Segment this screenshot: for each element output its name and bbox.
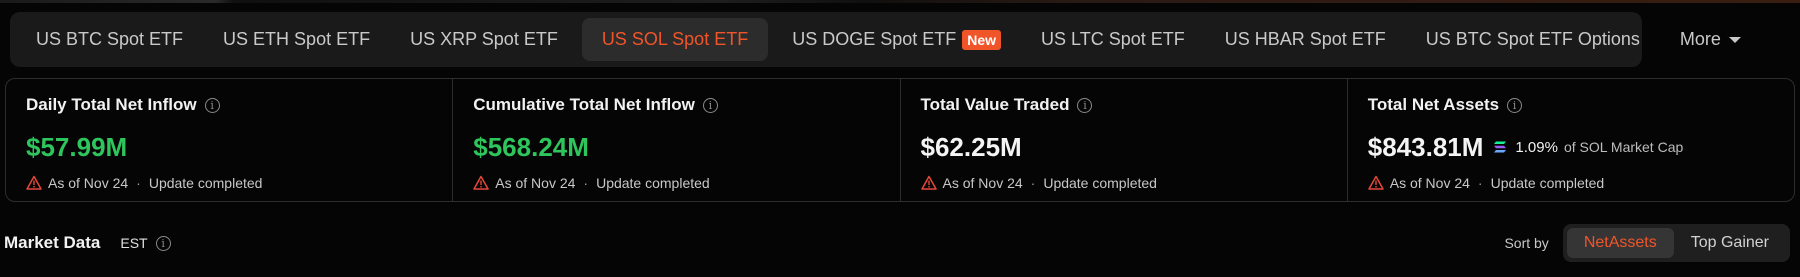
warning-triangle-icon [473, 175, 489, 190]
info-icon[interactable]: i [1507, 97, 1523, 113]
tab-us-btc-spot-etf[interactable]: US BTC Spot ETF [16, 18, 203, 61]
stat-value: $57.99M [26, 131, 128, 162]
market-data-title: Market Data [4, 233, 101, 252]
top-strip [0, 0, 1800, 3]
stat-status: As of Nov 24 · Update completed [26, 175, 432, 191]
timezone-label: EST [120, 235, 148, 251]
market-data-header: Market Data EST i [4, 228, 171, 258]
stat-label: Total Value Traded i [921, 93, 1327, 117]
info-icon[interactable]: i [155, 235, 171, 251]
sort-label: Sort by [1504, 235, 1549, 251]
new-badge: New [962, 29, 1002, 50]
stat-status: As of Nov 24 · Update completed [473, 175, 879, 191]
info-icon[interactable]: i [204, 97, 220, 113]
etf-tab-bar: US BTC Spot ETF US ETH Spot ETF US XRP S… [10, 12, 1741, 67]
stats-panel: Daily Total Net Inflow i $57.99M As of N… [5, 78, 1795, 202]
sort-segmented-control: NetAssets Top Gainer [1562, 224, 1790, 262]
stat-status: As of Nov 24 · Update completed [1368, 175, 1774, 191]
stat-daily-net-inflow: Daily Total Net Inflow i $57.99M As of N… [6, 79, 454, 201]
stat-total-net-assets: Total Net Assets i $843.81M 1.09% of SOL… [1348, 79, 1794, 201]
tab-us-doge-spot-etf[interactable]: US DOGE Spot ETF New [772, 18, 1021, 61]
info-icon[interactable]: i [1077, 97, 1093, 113]
stat-label: Total Net Assets i [1368, 93, 1774, 117]
stat-value: $843.81M 1.09% of SOL Market Cap [1368, 131, 1774, 163]
warning-triangle-icon [920, 175, 937, 190]
caret-down-icon [1728, 36, 1741, 43]
stat-value: $62.25M [920, 131, 1022, 162]
stat-total-value-traded: Total Value Traded i $62.25M As of Nov 2… [901, 79, 1348, 201]
warning-triangle-icon [1368, 175, 1384, 190]
stat-label: Cumulative Total Net Inflow i [473, 93, 879, 117]
tab-us-btc-spot-etf-options[interactable]: US BTC Spot ETF Options [1406, 18, 1660, 61]
market-cap-percent: 1.09% [1515, 138, 1558, 156]
market-cap-text: of SOL Market Cap [1563, 139, 1684, 155]
sort-option-netassets[interactable]: NetAssets [1566, 228, 1674, 258]
solana-icon [1494, 141, 1507, 153]
stat-cumulative-net-inflow: Cumulative Total Net Inflow i $568.24M A… [453, 79, 901, 201]
sort-control: Sort by NetAssets Top Gainer [1504, 224, 1790, 262]
info-icon[interactable]: i [702, 97, 718, 113]
stat-status: As of Nov 24 · Update completed [920, 175, 1327, 191]
warning-triangle-icon [26, 175, 42, 190]
more-dropdown[interactable]: More [1660, 18, 1761, 61]
tab-us-sol-spot-etf[interactable]: US SOL Spot ETF [581, 18, 769, 61]
net-assets-value: $843.81M [1367, 131, 1484, 162]
tab-us-ltc-spot-etf[interactable]: US LTC Spot ETF [1021, 18, 1205, 61]
tab-us-eth-spot-etf[interactable]: US ETH Spot ETF [203, 18, 390, 61]
sort-option-top-gainer[interactable]: Top Gainer [1674, 228, 1786, 258]
stat-label: Daily Total Net Inflow i [26, 93, 432, 117]
etf-dashboard: US BTC Spot ETF US ETH Spot ETF US XRP S… [0, 0, 1800, 277]
tab-us-xrp-spot-etf[interactable]: US XRP Spot ETF [390, 18, 578, 61]
tab-us-hbar-spot-etf[interactable]: US HBAR Spot ETF [1205, 18, 1406, 61]
stat-value: $568.24M [473, 131, 589, 162]
